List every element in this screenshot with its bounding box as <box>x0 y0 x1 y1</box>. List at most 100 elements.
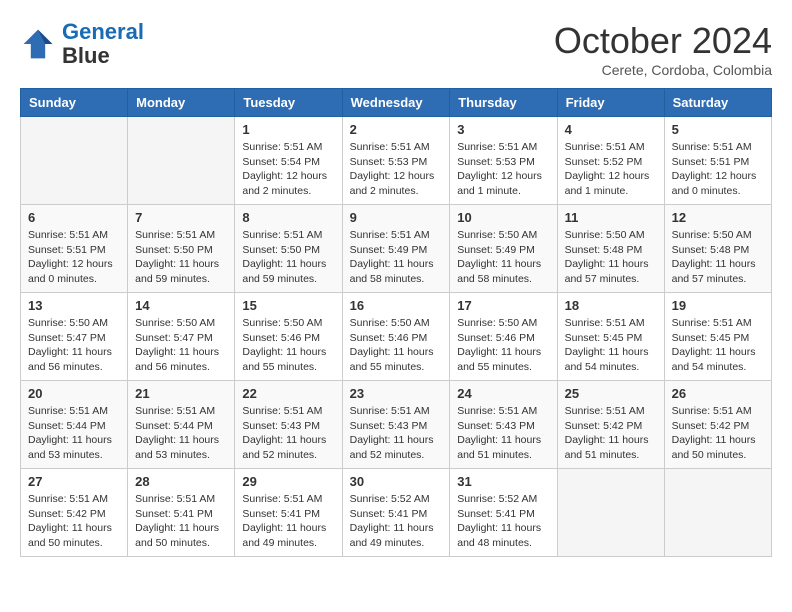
day-number: 27 <box>28 474 120 489</box>
cell-content: Sunrise: 5:51 AM Sunset: 5:53 PM Dayligh… <box>350 140 443 199</box>
day-number: 20 <box>28 386 120 401</box>
cell-content: Sunrise: 5:51 AM Sunset: 5:44 PM Dayligh… <box>28 404 120 463</box>
cell-content: Sunrise: 5:51 AM Sunset: 5:43 PM Dayligh… <box>457 404 549 463</box>
calendar-cell: 23 Sunrise: 5:51 AM Sunset: 5:43 PM Dayli… <box>342 381 450 469</box>
calendar-cell: 8 Sunrise: 5:51 AM Sunset: 5:50 PM Daylig… <box>235 205 342 293</box>
day-number: 13 <box>28 298 120 313</box>
calendar-cell: 27 Sunrise: 5:51 AM Sunset: 5:42 PM Dayli… <box>21 469 128 557</box>
calendar-week-row: 13 Sunrise: 5:50 AM Sunset: 5:47 PM Dayli… <box>21 293 772 381</box>
weekday-header: Friday <box>557 89 664 117</box>
day-number: 22 <box>242 386 334 401</box>
calendar-cell: 26 Sunrise: 5:51 AM Sunset: 5:42 PM Dayli… <box>664 381 771 469</box>
cell-content: Sunrise: 5:50 AM Sunset: 5:47 PM Dayligh… <box>135 316 227 375</box>
calendar-cell: 20 Sunrise: 5:51 AM Sunset: 5:44 PM Dayli… <box>21 381 128 469</box>
cell-content: Sunrise: 5:51 AM Sunset: 5:54 PM Dayligh… <box>242 140 334 199</box>
calendar-header-row: SundayMondayTuesdayWednesdayThursdayFrid… <box>21 89 772 117</box>
logo-text: General Blue <box>62 20 144 68</box>
cell-content: Sunrise: 5:51 AM Sunset: 5:50 PM Dayligh… <box>242 228 334 287</box>
calendar-cell: 14 Sunrise: 5:50 AM Sunset: 5:47 PM Dayli… <box>128 293 235 381</box>
day-number: 24 <box>457 386 549 401</box>
cell-content: Sunrise: 5:50 AM Sunset: 5:46 PM Dayligh… <box>350 316 443 375</box>
cell-content: Sunrise: 5:51 AM Sunset: 5:53 PM Dayligh… <box>457 140 549 199</box>
cell-content: Sunrise: 5:51 AM Sunset: 5:51 PM Dayligh… <box>672 140 764 199</box>
cell-content: Sunrise: 5:51 AM Sunset: 5:43 PM Dayligh… <box>242 404 334 463</box>
calendar-cell: 5Sunrise: 5:51 AM Sunset: 5:51 PM Daylig… <box>664 117 771 205</box>
calendar-cell: 25Sunrise: 5:51 AM Sunset: 5:42 PM Dayli… <box>557 381 664 469</box>
cell-content: Sunrise: 5:50 AM Sunset: 5:48 PM Dayligh… <box>672 228 764 287</box>
calendar-cell: 2 Sunrise: 5:51 AM Sunset: 5:53 PM Daylig… <box>342 117 450 205</box>
weekday-header: Sunday <box>21 89 128 117</box>
day-number: 18 <box>565 298 657 313</box>
day-number: 28 <box>135 474 227 489</box>
day-number: 12 <box>672 210 764 225</box>
cell-content: Sunrise: 5:51 AM Sunset: 5:44 PM Dayligh… <box>135 404 227 463</box>
day-number: 23 <box>350 386 443 401</box>
calendar-cell: 12 Sunrise: 5:50 AM Sunset: 5:48 PM Dayli… <box>664 205 771 293</box>
calendar-cell: 21Sunrise: 5:51 AM Sunset: 5:44 PM Dayli… <box>128 381 235 469</box>
calendar-cell: 4 Sunrise: 5:51 AM Sunset: 5:52 PM Daylig… <box>557 117 664 205</box>
day-number: 26 <box>672 386 764 401</box>
cell-content: Sunrise: 5:51 AM Sunset: 5:43 PM Dayligh… <box>350 404 443 463</box>
cell-content: Sunrise: 5:52 AM Sunset: 5:41 PM Dayligh… <box>457 492 549 551</box>
cell-content: Sunrise: 5:51 AM Sunset: 5:41 PM Dayligh… <box>242 492 334 551</box>
weekday-header: Thursday <box>450 89 557 117</box>
cell-content: Sunrise: 5:51 AM Sunset: 5:45 PM Dayligh… <box>565 316 657 375</box>
calendar-cell <box>664 469 771 557</box>
weekday-header: Monday <box>128 89 235 117</box>
calendar-cell: 16 Sunrise: 5:50 AM Sunset: 5:46 PM Dayli… <box>342 293 450 381</box>
page-header: General Blue October 2024 Cerete, Cordob… <box>20 20 772 78</box>
day-number: 4 <box>565 122 657 137</box>
cell-content: Sunrise: 5:51 AM Sunset: 5:49 PM Dayligh… <box>350 228 443 287</box>
day-number: 30 <box>350 474 443 489</box>
day-number: 1 <box>242 122 334 137</box>
cell-content: Sunrise: 5:51 AM Sunset: 5:50 PM Dayligh… <box>135 228 227 287</box>
calendar-cell: 28 Sunrise: 5:51 AM Sunset: 5:41 PM Dayli… <box>128 469 235 557</box>
day-number: 3 <box>457 122 549 137</box>
calendar-cell: 30 Sunrise: 5:52 AM Sunset: 5:41 PM Dayli… <box>342 469 450 557</box>
calendar-cell: 9 Sunrise: 5:51 AM Sunset: 5:49 PM Daylig… <box>342 205 450 293</box>
calendar: SundayMondayTuesdayWednesdayThursdayFrid… <box>20 88 772 557</box>
day-number: 8 <box>242 210 334 225</box>
location: Cerete, Cordoba, Colombia <box>554 62 772 78</box>
weekday-header: Saturday <box>664 89 771 117</box>
calendar-cell: 29 Sunrise: 5:51 AM Sunset: 5:41 PM Dayli… <box>235 469 342 557</box>
cell-content: Sunrise: 5:50 AM Sunset: 5:49 PM Dayligh… <box>457 228 549 287</box>
month-title: October 2024 <box>554 20 772 62</box>
calendar-cell: 24 Sunrise: 5:51 AM Sunset: 5:43 PM Dayli… <box>450 381 557 469</box>
calendar-cell: 3 Sunrise: 5:51 AM Sunset: 5:53 PM Daylig… <box>450 117 557 205</box>
day-number: 2 <box>350 122 443 137</box>
calendar-cell: 11Sunrise: 5:50 AM Sunset: 5:48 PM Dayli… <box>557 205 664 293</box>
calendar-cell: 1 Sunrise: 5:51 AM Sunset: 5:54 PM Daylig… <box>235 117 342 205</box>
cell-content: Sunrise: 5:51 AM Sunset: 5:42 PM Dayligh… <box>28 492 120 551</box>
cell-content: Sunrise: 5:51 AM Sunset: 5:41 PM Dayligh… <box>135 492 227 551</box>
calendar-cell: 31Sunrise: 5:52 AM Sunset: 5:41 PM Dayli… <box>450 469 557 557</box>
cell-content: Sunrise: 5:51 AM Sunset: 5:52 PM Dayligh… <box>565 140 657 199</box>
calendar-cell: 22 Sunrise: 5:51 AM Sunset: 5:43 PM Dayli… <box>235 381 342 469</box>
day-number: 7 <box>135 210 227 225</box>
day-number: 9 <box>350 210 443 225</box>
calendar-week-row: 6Sunrise: 5:51 AM Sunset: 5:51 PM Daylig… <box>21 205 772 293</box>
cell-content: Sunrise: 5:50 AM Sunset: 5:46 PM Dayligh… <box>242 316 334 375</box>
calendar-cell: 15Sunrise: 5:50 AM Sunset: 5:46 PM Dayli… <box>235 293 342 381</box>
cell-content: Sunrise: 5:51 AM Sunset: 5:42 PM Dayligh… <box>672 404 764 463</box>
cell-content: Sunrise: 5:51 AM Sunset: 5:45 PM Dayligh… <box>672 316 764 375</box>
logo-line2: Blue <box>62 44 144 68</box>
calendar-cell: 19 Sunrise: 5:51 AM Sunset: 5:45 PM Dayli… <box>664 293 771 381</box>
day-number: 14 <box>135 298 227 313</box>
calendar-cell: 13Sunrise: 5:50 AM Sunset: 5:47 PM Dayli… <box>21 293 128 381</box>
calendar-week-row: 27 Sunrise: 5:51 AM Sunset: 5:42 PM Dayli… <box>21 469 772 557</box>
cell-content: Sunrise: 5:52 AM Sunset: 5:41 PM Dayligh… <box>350 492 443 551</box>
calendar-cell: 7 Sunrise: 5:51 AM Sunset: 5:50 PM Daylig… <box>128 205 235 293</box>
calendar-cell: 18 Sunrise: 5:51 AM Sunset: 5:45 PM Dayli… <box>557 293 664 381</box>
day-number: 17 <box>457 298 549 313</box>
weekday-header: Wednesday <box>342 89 450 117</box>
logo: General Blue <box>20 20 144 68</box>
cell-content: Sunrise: 5:51 AM Sunset: 5:42 PM Dayligh… <box>565 404 657 463</box>
day-number: 19 <box>672 298 764 313</box>
calendar-week-row: 1 Sunrise: 5:51 AM Sunset: 5:54 PM Daylig… <box>21 117 772 205</box>
day-number: 11 <box>565 210 657 225</box>
day-number: 6 <box>28 210 120 225</box>
calendar-cell <box>21 117 128 205</box>
day-number: 29 <box>242 474 334 489</box>
day-number: 16 <box>350 298 443 313</box>
